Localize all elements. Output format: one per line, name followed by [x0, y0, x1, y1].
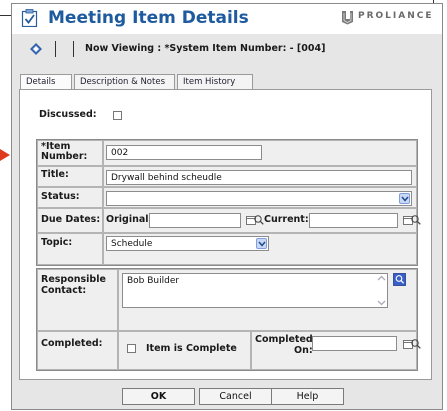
completed-on-input[interactable] — [312, 336, 397, 351]
completed-on-label-2: On: — [294, 345, 313, 356]
original-date-label: Original: — [106, 214, 153, 225]
chevron-down-icon — [258, 241, 266, 247]
current-date-input[interactable] — [309, 213, 398, 228]
item-complete-checkbox[interactable] — [127, 344, 136, 353]
chevron-down-icon — [401, 196, 409, 202]
item-number-input[interactable]: 002 — [106, 145, 262, 160]
status-label: Status: — [41, 191, 80, 202]
calendar-search-icon[interactable] — [403, 214, 421, 226]
discussed-label: Discussed: — [39, 109, 97, 120]
item-complete-label: Item is Complete — [146, 343, 237, 354]
proliance-logo: PROLIANCE — [340, 10, 440, 26]
nav-separator — [55, 41, 56, 57]
due-dates-label: Due Dates: — [41, 214, 101, 225]
status-select[interactable] — [106, 191, 412, 206]
discussed-checkbox[interactable] — [113, 111, 122, 120]
calendar-search-icon[interactable] — [246, 214, 264, 226]
topic-label-cell: Topic: — [37, 233, 103, 265]
ok-button[interactable]: OK — [122, 388, 195, 405]
window-title: Meeting Item Details — [48, 8, 249, 28]
completed-label-cell: Completed: — [37, 331, 118, 370]
textarea-scrollbar[interactable] — [376, 274, 387, 307]
topic-select[interactable]: Schedule — [106, 236, 269, 251]
status-dropdown-button[interactable] — [399, 193, 410, 204]
contact-search-icon[interactable] — [393, 273, 406, 286]
checklist-icon — [21, 9, 38, 27]
topic-value: Schedule — [111, 239, 153, 249]
title-input[interactable]: Drywall behind scheudle — [106, 170, 412, 185]
status-label-cell: Status: — [37, 187, 103, 208]
now-viewing-text: Now Viewing : *System Item Number: - [00… — [85, 43, 326, 54]
edge-line — [0, 15, 11, 16]
details-panel: Discussed: *Item Number: 002 Title: Dryw… — [19, 89, 432, 380]
tab-description-notes[interactable]: Description & Notes — [74, 74, 175, 89]
title-label-cell: Title: — [37, 166, 103, 187]
pointer-arrow-icon — [0, 149, 10, 161]
nav-separator — [73, 41, 74, 57]
help-button[interactable]: Help — [271, 388, 344, 405]
title-bar: Meeting Item Details PROLIANCE — [12, 4, 442, 34]
item-number-label-cell: *Item Number: — [37, 140, 103, 166]
scroll-up-icon[interactable] — [377, 275, 386, 282]
responsible-label-2: Contact: — [41, 285, 87, 296]
responsible-label-cell: Responsible Contact: — [37, 269, 118, 331]
topic-label: Topic: — [41, 237, 73, 248]
due-dates-label-cell: Due Dates: — [37, 208, 103, 233]
responsible-contact-textarea[interactable]: Bob Builder — [122, 273, 388, 308]
completed-label: Completed: — [41, 338, 103, 349]
calendar-search-icon[interactable] — [403, 338, 421, 350]
tab-item-history[interactable]: Item History — [177, 74, 253, 89]
item-number-label-2: Number: — [41, 151, 88, 162]
cancel-button[interactable]: Cancel — [199, 388, 272, 405]
navigation-diamond-icon[interactable] — [30, 43, 42, 55]
scroll-down-icon[interactable] — [377, 299, 386, 306]
current-date-label: Current: — [264, 214, 309, 225]
topic-dropdown-button[interactable] — [256, 238, 267, 249]
completed-on-label: Completed — [255, 334, 313, 345]
nav-row: Now Viewing : *System Item Number: - [00… — [12, 34, 442, 64]
responsible-contact-value: Bob Builder — [127, 276, 180, 286]
original-date-input[interactable] — [149, 213, 241, 228]
responsible-label: Responsible — [41, 274, 106, 285]
logo-text: PROLIANCE — [358, 11, 434, 21]
title-label: Title: — [41, 169, 69, 180]
logo-mark-icon — [342, 11, 353, 25]
tab-details[interactable]: Details — [20, 74, 72, 90]
